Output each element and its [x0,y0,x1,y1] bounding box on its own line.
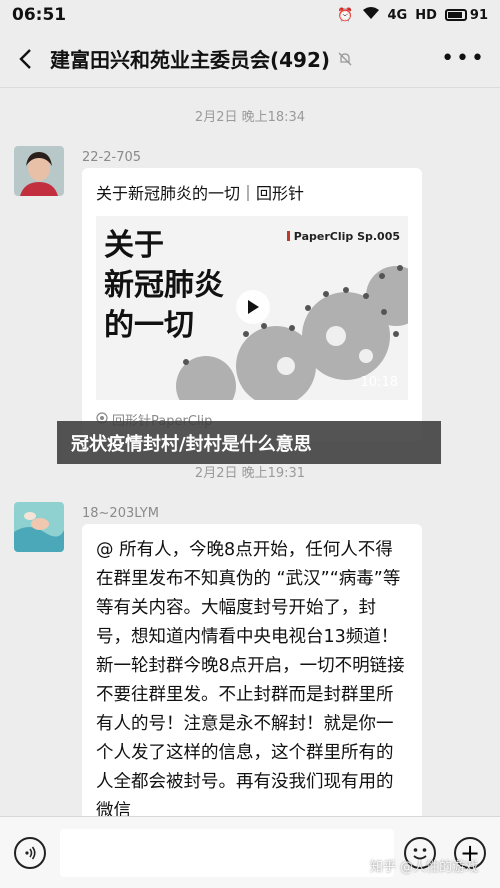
alarm-icon: ⏰ [337,7,354,23]
input-bar: + [0,816,500,888]
mute-bell-icon [336,50,354,68]
voice-icon [25,846,36,860]
message-timestamp: 2月2日 晚上19:31 [194,466,306,481]
chat-header: 建富田兴和苑业主委员会(492) ••• [0,30,500,88]
watermark: 知乎 @人性的游戏 [370,860,479,875]
avatar[interactable] [14,502,64,552]
message-input[interactable] [60,829,394,877]
play-button[interactable] [236,290,270,324]
card-title: 关于新冠肺炎的一切｜回形针 [96,184,305,203]
video-thumbnail[interactable]: 关于 新冠肺炎 的一切 PaperClip Sp.005 10:18 [96,216,408,400]
status-icons: ⏰ 4G HD 91 [337,6,488,24]
sender-name: 18~203LYM [82,506,159,521]
sender-name: 22-2-705 [82,150,142,165]
video-headline: 关于 新冠肺炎 的一切 [104,228,224,343]
voice-input-button[interactable] [14,837,46,869]
chat-title: 建富田兴和苑业主委员会(492) [50,48,331,72]
battery-icon [444,9,467,21]
overlay-banner: 冠状疫情封村/封村是什么意思 [57,421,441,464]
video-brand: PaperClip Sp.005 [287,230,400,243]
battery-level: 91 [469,7,488,23]
status-time: 06:51 [12,5,67,25]
hd-label: HD [415,7,437,23]
wifi-icon [362,6,380,24]
video-share-card[interactable]: 关于新冠肺炎的一切｜回形针 关于 新冠肺炎 的一切 PaperClip Sp.0… [82,168,422,441]
more-options-icon[interactable]: ••• [441,46,486,71]
back-arrow-icon[interactable] [14,48,36,70]
play-icon [248,300,259,314]
avatar[interactable] [14,146,64,196]
message-timestamp: 2月2日 晚上18:34 [194,110,306,125]
network-label: 4G [387,7,408,23]
status-bar: 06:51 ⏰ 4G HD 91 [0,0,500,30]
video-duration: 10:18 [360,375,398,390]
battery-indicator: 91 [444,7,488,23]
text-message: @ 所有人，今晚8点开始，任何人不得在群里发布不知真伪的 “武汉”“病毒”等等有… [82,524,422,834]
